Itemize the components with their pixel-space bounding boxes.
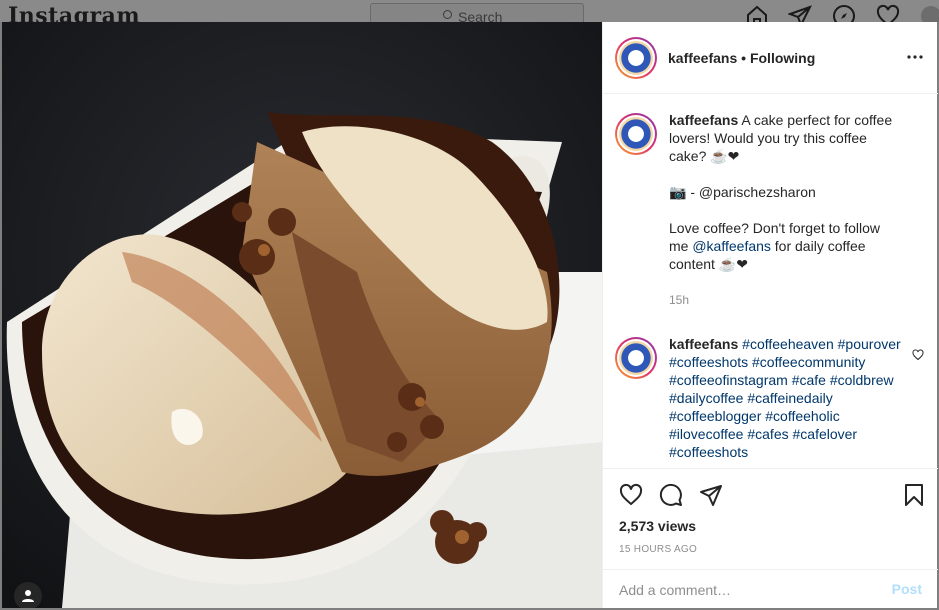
hashtag-comment: kaffeefans #coffeeheaven #pourover #coff… <box>615 335 924 461</box>
following-button[interactable]: Following <box>750 50 815 66</box>
post-side-panel: kaffeefans • Following kaffeefans A cake… <box>602 22 938 608</box>
action-icons-row <box>619 483 723 507</box>
view-count[interactable]: 2,573 views <box>619 518 696 534</box>
profile-avatar <box>919 4 939 22</box>
caption-timestamp[interactable]: 15h <box>669 291 901 309</box>
direct-icon <box>787 4 812 22</box>
hashtag-comment-body: kaffeefans #coffeeheaven #pourover #coff… <box>669 335 901 461</box>
search-icon <box>443 10 452 19</box>
author-username[interactable]: kaffeefans <box>668 50 737 66</box>
author-avatar[interactable] <box>615 36 657 79</box>
caption-username[interactable]: kaffeefans <box>669 112 738 128</box>
background-search-box: Search <box>370 3 584 22</box>
activity-icon <box>876 4 900 22</box>
post-comment-button[interactable]: Post <box>892 581 922 597</box>
comment-icon[interactable] <box>659 483 683 507</box>
comment-input[interactable] <box>619 580 879 600</box>
photo-credit-text: - @parischezsharon <box>686 184 816 200</box>
post-header: kaffeefans • Following <box>603 22 938 94</box>
caption-body: kaffeefans A cake perfect for coffee lov… <box>669 111 901 309</box>
add-comment-bar: Post <box>603 569 938 609</box>
comment-avatar[interactable] <box>615 337 657 379</box>
post-timestamp[interactable]: 15 HOURS AGO <box>619 544 697 555</box>
header-separator: • <box>741 49 747 66</box>
home-icon <box>745 4 769 22</box>
caption-comment: kaffeefans A cake perfect for coffee lov… <box>615 111 924 309</box>
comment-username[interactable]: kaffeefans <box>669 336 738 352</box>
heart-outline-icon[interactable] <box>912 349 924 361</box>
more-options-icon[interactable] <box>906 48 924 66</box>
user-icon <box>22 590 34 602</box>
like-icon[interactable] <box>619 483 643 507</box>
caption-promo: Love coffee? Don't forget to follow me @… <box>669 219 901 273</box>
instagram-logo: Instagram <box>8 3 141 22</box>
header-text: kaffeefans • Following <box>668 50 815 66</box>
search-placeholder: Search <box>458 9 503 22</box>
photo-credit: 📷 - @parischezsharon <box>669 183 901 201</box>
coffee-cake-photo <box>2 22 602 608</box>
mention-link[interactable]: @kaffeefans <box>692 238 771 254</box>
share-icon[interactable] <box>699 483 723 507</box>
post-modal: kaffeefans • Following kaffeefans A cake… <box>2 22 938 608</box>
tagged-users-button[interactable] <box>14 582 42 608</box>
background-instagram-header: Instagram Search <box>0 0 939 22</box>
post-media-image[interactable] <box>2 22 602 608</box>
caption-avatar[interactable] <box>615 113 657 155</box>
camera-icon: 📷 <box>669 184 687 200</box>
bookmark-icon[interactable] <box>902 483 926 507</box>
explore-icon <box>832 4 856 22</box>
post-actions: 2,573 views 15 HOURS AGO Post <box>603 468 938 608</box>
comments-list[interactable]: kaffeefans A cake perfect for coffee lov… <box>603 95 938 468</box>
hashtag-list[interactable]: #coffeeheaven #pourover #coffeeshots #co… <box>669 336 901 460</box>
